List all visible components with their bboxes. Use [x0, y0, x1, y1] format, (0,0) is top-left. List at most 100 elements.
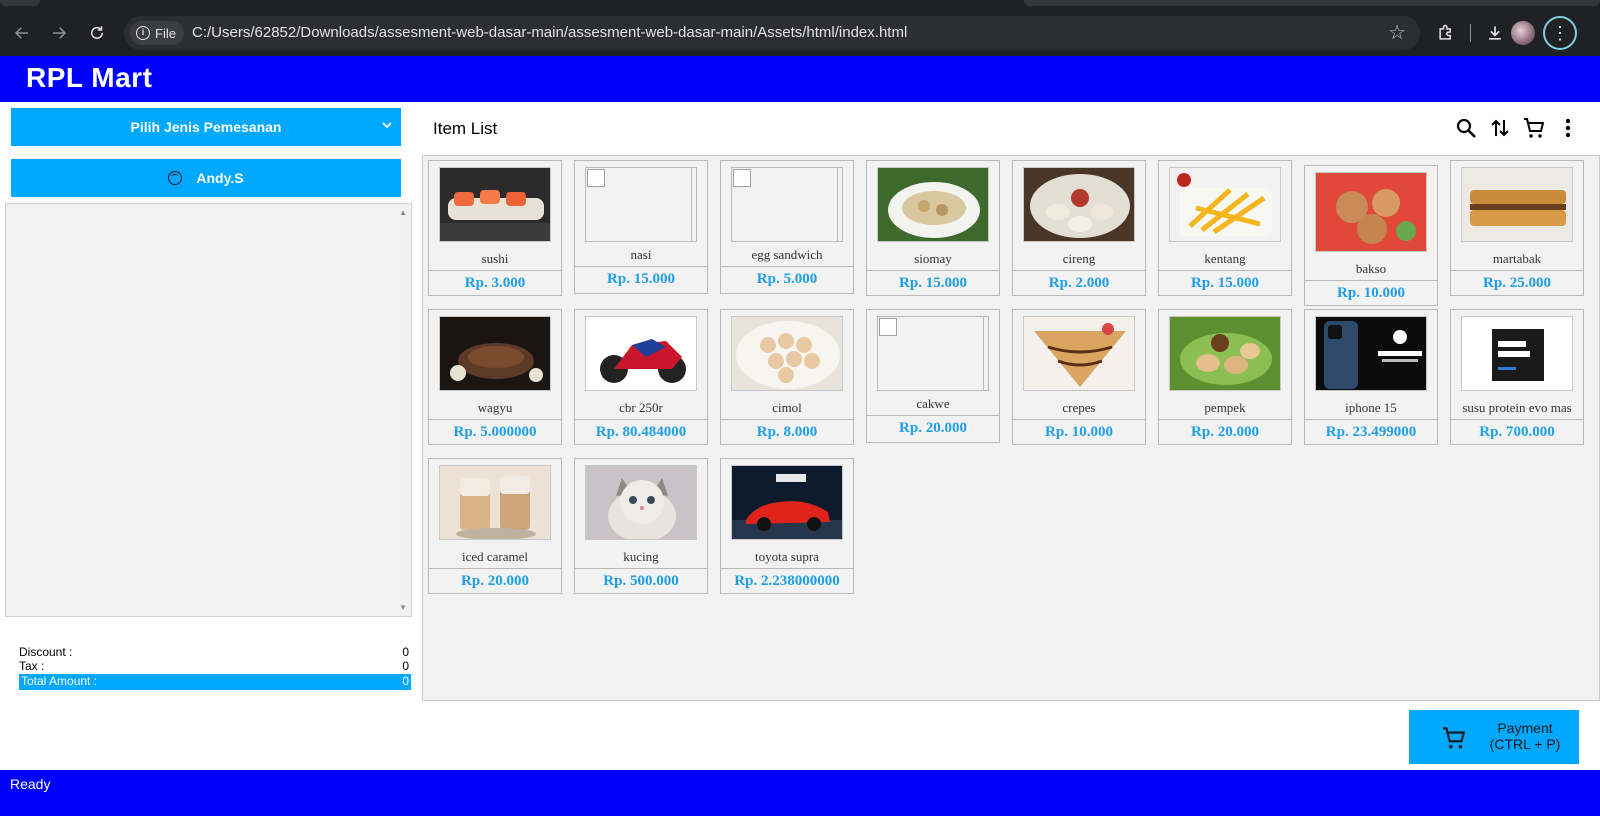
product-card[interactable]: wagyu Rp. 5.000000: [428, 309, 562, 445]
product-name: kucing: [623, 549, 659, 564]
payment-button[interactable]: Payment (CTRL + P): [1409, 710, 1579, 764]
product-price: Rp. 15.000: [607, 271, 675, 287]
url-text[interactable]: C:/Users/62852/Downloads/assesment-web-d…: [192, 24, 907, 41]
product-image: [731, 167, 843, 242]
card-divider: [1451, 270, 1583, 271]
product-name: sushi: [481, 251, 509, 266]
reload-icon: [91, 26, 103, 39]
cart-icon[interactable]: [1522, 114, 1546, 142]
order-type-dropdown[interactable]: Pilih Jenis Pemesanan: [11, 108, 401, 146]
back-button[interactable]: [9, 20, 35, 46]
more-vert-icon[interactable]: [1556, 114, 1580, 142]
user-name: Andy.S: [196, 170, 244, 186]
product-image: [877, 316, 989, 391]
bookmark-star-icon[interactable]: ☆: [1388, 22, 1406, 44]
order-list-scrollbar[interactable]: ▲ ▼: [395, 204, 411, 616]
product-price: Rp. 23.499000: [1325, 424, 1417, 440]
status-text: Ready: [10, 776, 51, 792]
tab[interactable]: [0, 0, 40, 6]
product-card[interactable]: egg sandwich Rp. 5.000: [720, 160, 854, 294]
app-title: RPL Mart: [26, 62, 153, 93]
sort-icon[interactable]: [1488, 114, 1512, 142]
product-card[interactable]: martabak Rp. 25.000: [1450, 160, 1584, 296]
product-name: siomay: [914, 251, 952, 266]
product-image: [877, 167, 989, 242]
product-price: Rp. 8.000: [756, 424, 818, 440]
cart-icon: [1443, 727, 1466, 749]
product-price: Rp. 2.238000000: [734, 573, 840, 589]
card-divider: [429, 419, 561, 420]
payment-label: Payment (CTRL + P): [1475, 720, 1575, 752]
order-sidebar: Pilih Jenis Pemesanan Andy.S ▲ ▼ Discoun…: [0, 102, 418, 706]
product-card[interactable]: bakso Rp. 10.000: [1304, 165, 1438, 306]
product-price: Rp. 20.000: [899, 420, 967, 436]
search-icon[interactable]: [1454, 114, 1478, 142]
card-divider: [1451, 419, 1583, 420]
card-divider: [721, 419, 853, 420]
product-price: Rp. 700.000: [1479, 424, 1555, 440]
product-card[interactable]: kentang Rp. 15.000: [1158, 160, 1292, 296]
scroll-down-arrow-icon[interactable]: ▼: [399, 603, 407, 612]
site-info-chip[interactable]: i File: [130, 21, 184, 45]
toolbar-icons: ⋮: [1432, 16, 1577, 50]
card-divider: [867, 415, 999, 416]
product-price: Rp. 5.000: [756, 271, 818, 287]
product-card[interactable]: cbr 250r Rp. 80.484000: [574, 309, 708, 445]
product-card[interactable]: cireng Rp. 2.000: [1012, 160, 1146, 296]
product-price: Rp. 80.484000: [595, 424, 687, 440]
product-name: cakwe: [916, 396, 950, 411]
profile-avatar[interactable]: [1509, 19, 1537, 47]
product-image: [1023, 167, 1135, 242]
tab-strip: [0, 0, 1600, 10]
chevron-down-icon: [381, 118, 393, 134]
product-card[interactable]: pempek Rp. 20.000: [1158, 309, 1292, 445]
address-bar[interactable]: i File C:/Users/62852/Downloads/assesmen…: [124, 16, 1420, 50]
totals-panel: Discount : 0 Tax : 0 Total Amount : 0: [6, 622, 418, 706]
extensions-icon[interactable]: [1432, 19, 1460, 47]
product-image: [731, 316, 843, 391]
card-divider: [575, 266, 707, 267]
product-card[interactable]: toyota supra Rp. 2.238000000: [720, 458, 854, 594]
product-image: [1461, 167, 1573, 242]
product-card[interactable]: nasi Rp. 15.000: [574, 160, 708, 294]
tab[interactable]: [1024, 0, 1600, 6]
order-list[interactable]: ▲ ▼: [5, 203, 412, 617]
product-card[interactable]: kucing Rp. 500.000: [574, 458, 708, 594]
arrow-right-icon: [53, 27, 67, 39]
product-card[interactable]: cimol Rp. 8.000: [720, 309, 854, 445]
download-icon[interactable]: [1481, 19, 1509, 47]
product-card[interactable]: crepes Rp. 10.000: [1012, 309, 1146, 445]
scroll-up-arrow-icon[interactable]: ▲: [399, 208, 407, 217]
product-card[interactable]: susu protein evo mas Rp. 700.000: [1450, 309, 1584, 445]
card-divider: [1159, 270, 1291, 271]
user-face-icon: [168, 171, 183, 185]
card-divider: [575, 419, 707, 420]
product-image: [1315, 172, 1427, 252]
product-price: Rp. 10.000: [1045, 424, 1113, 440]
product-name: toyota supra: [755, 549, 819, 564]
forward-button[interactable]: [46, 20, 72, 46]
product-card[interactable]: iphone 15 Rp. 23.499000: [1304, 309, 1438, 445]
payment-shortcut: (CTRL + P): [1489, 736, 1561, 752]
product-image: [1169, 167, 1281, 242]
product-name: wagyu: [477, 400, 513, 415]
item-list-title: Item List: [433, 119, 498, 138]
user-button[interactable]: Andy.S: [11, 159, 401, 197]
total-amount-value: 0: [402, 674, 409, 688]
reload-button[interactable]: [84, 20, 110, 46]
card-divider: [429, 270, 561, 271]
card-divider: [1305, 280, 1437, 281]
product-image: [1461, 316, 1573, 391]
card-divider: [867, 270, 999, 271]
product-card[interactable]: cakwe Rp. 20.000: [866, 309, 1000, 443]
product-card[interactable]: iced caramel Rp. 20.000: [428, 458, 562, 594]
tax-row: Tax : 0: [19, 659, 411, 675]
product-card[interactable]: siomay Rp. 15.000: [866, 160, 1000, 296]
product-image: [1315, 316, 1427, 391]
product-price: Rp. 3.000: [464, 275, 526, 291]
product-image: [585, 316, 697, 391]
product-card[interactable]: sushi Rp. 3.000: [428, 160, 562, 296]
product-name: kentang: [1204, 251, 1246, 266]
item-grid: sushi Rp. 3.000 nasi Rp. 15.000 egg sandwich…: [422, 155, 1600, 701]
browser-menu-icon[interactable]: ⋮: [1543, 16, 1577, 50]
